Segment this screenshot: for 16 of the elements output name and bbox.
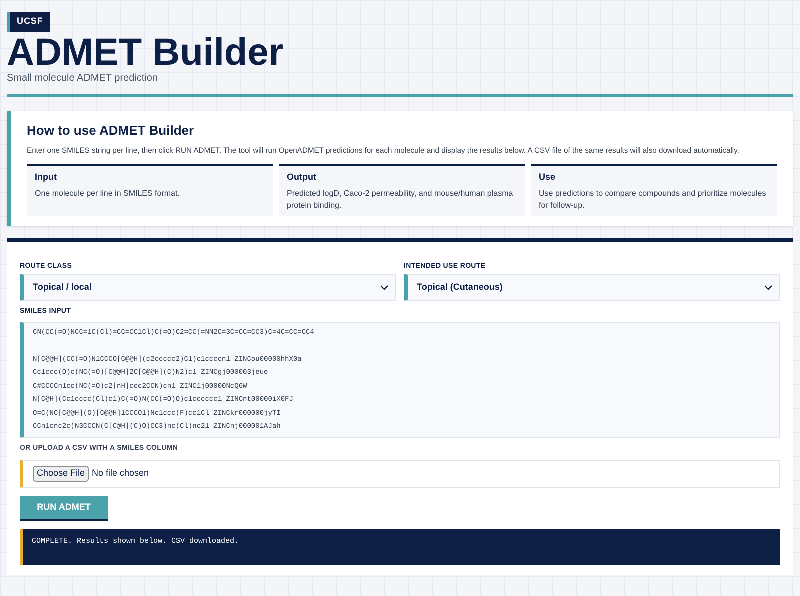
card-text: Predicted logD, Caco-2 permeability, and mouse/human plasma protein binding. <box>287 188 514 212</box>
file-status: No file chosen <box>92 467 150 480</box>
card-title: Use <box>539 170 557 184</box>
card-title: Output <box>287 170 318 184</box>
route-select[interactable]: Topical / local <box>20 274 396 301</box>
card-text: One molecule per line in SMILES format. <box>35 188 181 200</box>
instructions-title: How to use ADMET Builder <box>27 122 196 140</box>
card-text: Use predictions to compare compounds and prioritize molecules for follow-up. <box>539 188 768 212</box>
page-subtitle: Small molecule ADMET prediction <box>7 73 159 85</box>
page-title: ADMET Builder <box>7 33 285 73</box>
chevron-icon <box>380 284 389 290</box>
chevron-icon <box>764 284 773 290</box>
card-title: Input <box>35 170 58 184</box>
route-select[interactable]: Topical (Cutaneous) <box>404 274 780 301</box>
ucsf-badge: UCSF <box>7 12 50 32</box>
choose-file-button[interactable]: Choose File <box>33 466 90 482</box>
